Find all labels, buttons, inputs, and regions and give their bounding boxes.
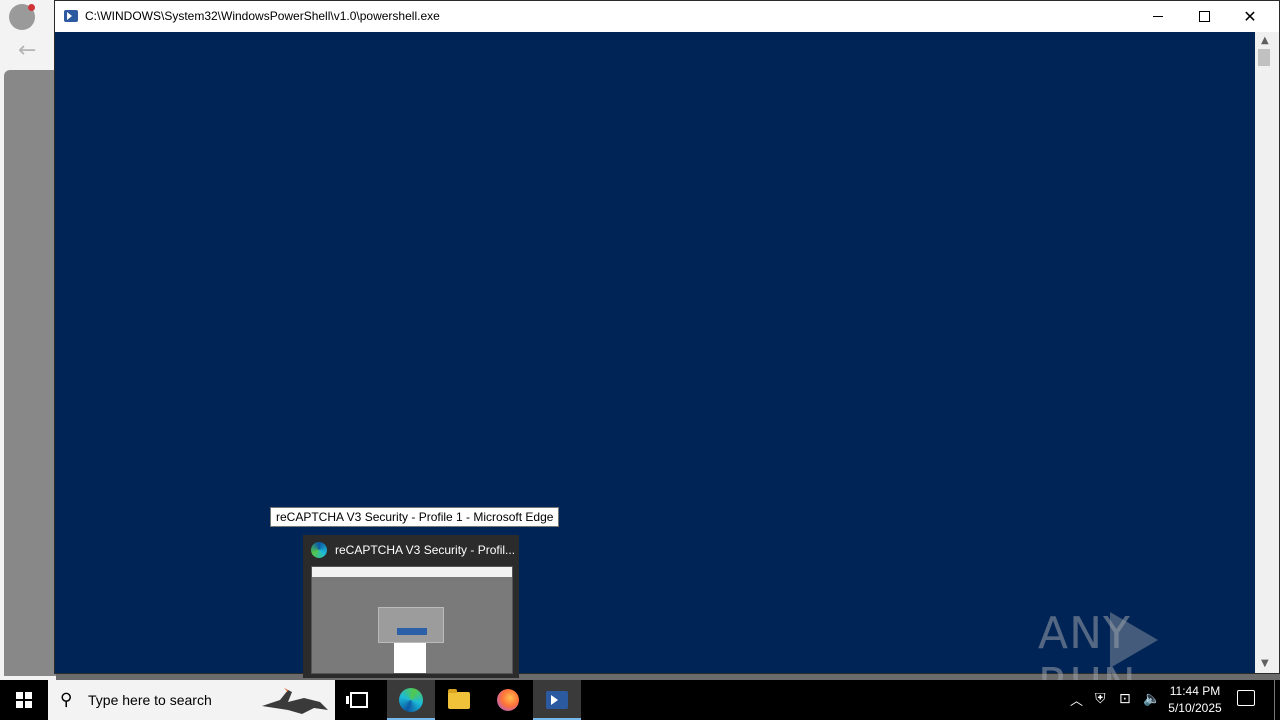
window-title: C:\WINDOWS\System32\WindowsPowerShell\v1… xyxy=(85,9,440,23)
thumbnail-dialog-button xyxy=(397,628,427,635)
network-icon[interactable]: ⊡ xyxy=(1119,691,1131,707)
back-arrow-icon[interactable]: ← xyxy=(18,38,36,63)
task-view-icon xyxy=(346,692,368,708)
taskbar-file-explorer-button[interactable] xyxy=(435,680,483,720)
security-tray-icon[interactable]: ⛨ xyxy=(1095,691,1106,707)
action-center-icon[interactable] xyxy=(1237,690,1255,706)
edge-icon xyxy=(399,688,423,712)
scroll-up-arrow-icon[interactable]: ▲ xyxy=(1261,35,1269,46)
taskbar-firefox-button[interactable] xyxy=(484,680,532,720)
powershell-icon[interactable] xyxy=(64,10,78,22)
background-browser-window: ← xyxy=(0,0,56,680)
maximize-icon xyxy=(1198,11,1210,22)
console-area[interactable] xyxy=(55,32,1255,673)
watermark-play-icon xyxy=(1110,612,1158,668)
scroll-thumb[interactable] xyxy=(1258,49,1270,66)
powershell-icon xyxy=(546,691,568,709)
close-icon: ✕ xyxy=(1243,6,1257,26)
folder-icon xyxy=(448,688,470,709)
taskbar: ⚲ Type here to search ︿ ⛨ ⊡ 🔈 11:44 PM 5… xyxy=(0,680,1280,720)
taskbar-clock[interactable]: 11:44 PM 5/10/2025 xyxy=(1162,683,1228,717)
task-view-button[interactable] xyxy=(335,680,383,720)
taskbar-powershell-button[interactable] xyxy=(533,680,581,720)
thumbnail-title: reCAPTCHA V3 Security - Profil... xyxy=(335,543,516,557)
search-placeholder: Type here to search xyxy=(88,692,212,708)
taskbar-search-box[interactable]: ⚲ Type here to search xyxy=(48,680,335,720)
maximize-button[interactable] xyxy=(1181,1,1227,32)
thumbnail-note xyxy=(394,643,426,673)
thumbnail-image[interactable] xyxy=(311,566,513,674)
thumbnail-dialog xyxy=(378,607,444,643)
windows-logo-icon xyxy=(16,692,32,708)
firefox-icon xyxy=(497,689,519,711)
search-highlight-goose-icon xyxy=(262,688,328,714)
edge-icon xyxy=(311,542,327,558)
close-button[interactable]: ✕ xyxy=(1227,1,1273,32)
thumbnail-browser-bar xyxy=(312,567,512,577)
clock-time: 11:44 PM xyxy=(1169,684,1221,698)
taskbar-edge-button[interactable] xyxy=(387,680,435,720)
search-icon: ⚲ xyxy=(60,690,73,710)
clock-date: 5/10/2025 xyxy=(1168,701,1222,715)
browser-page-area xyxy=(4,70,56,676)
start-button[interactable] xyxy=(0,680,48,720)
taskbar-tooltip: reCAPTCHA V3 Security - Profile 1 - Micr… xyxy=(270,507,560,527)
taskbar-thumbnail-preview[interactable]: reCAPTCHA V3 Security - Profil... xyxy=(303,535,519,678)
minimize-icon xyxy=(1153,16,1163,17)
powershell-window: C:\WINDOWS\System32\WindowsPowerShell\v1… xyxy=(54,0,1280,674)
title-bar[interactable]: C:\WINDOWS\System32\WindowsPowerShell\v1… xyxy=(55,1,1279,32)
show-desktop-button[interactable] xyxy=(1274,680,1275,720)
volume-icon[interactable]: 🔈 xyxy=(1143,691,1160,707)
notification-dot xyxy=(28,4,35,11)
minimize-button[interactable] xyxy=(1135,1,1181,32)
show-hidden-icons-chevron-icon[interactable]: ︿ xyxy=(1070,690,1083,709)
vertical-scrollbar[interactable]: ▲ ▼ xyxy=(1255,32,1279,673)
